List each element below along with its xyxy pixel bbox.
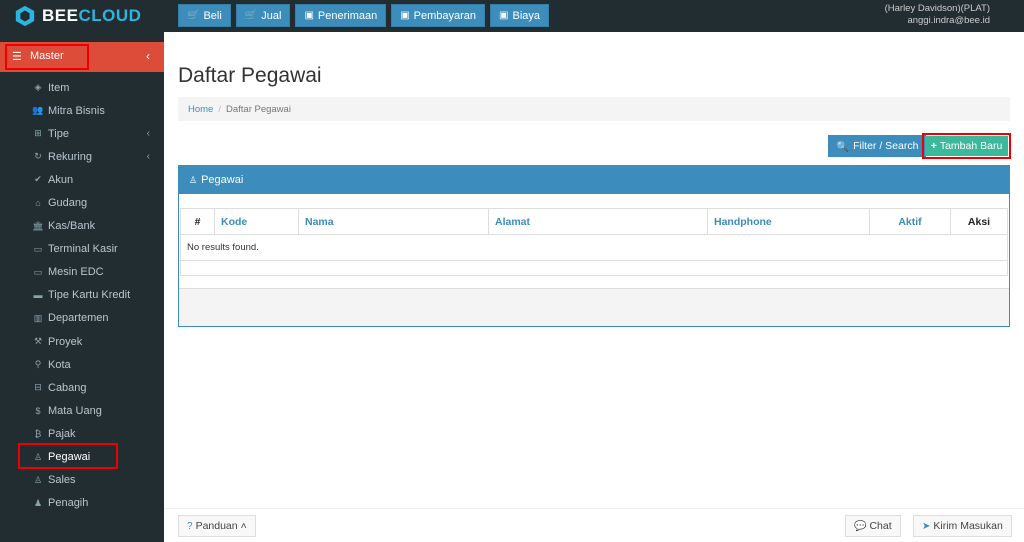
check-icon: ✔ (34, 174, 42, 185)
bank-icon: 🏛 (32, 220, 44, 231)
column-header-kode[interactable]: Kode (214, 208, 299, 235)
table-row: No results found. (180, 234, 1008, 261)
sidebar-item-mitra-bisnis[interactable]: 👥 Mitra Bisnis (0, 99, 164, 122)
add-new-button-highlight: + Tambah Baru (922, 133, 1011, 159)
chevron-up-icon: ˄ (240, 520, 247, 532)
breadcrumb-current: Daftar Pegawai (225, 103, 291, 115)
user-icon: ♟ (33, 497, 43, 508)
sidebar-item-terminal-kasir[interactable]: ▭ Terminal Kasir (0, 238, 164, 261)
pegawai-panel: ♙ Pegawai # Kode Nama Alamat Handphone A… (178, 165, 1010, 327)
sidebar-item-akun[interactable]: ✔ Akun (0, 168, 164, 191)
branch-icon: ⊟ (34, 382, 42, 393)
dollar-icon: $ (35, 405, 41, 416)
paper-plane-icon: ➤ (922, 520, 931, 532)
main-content: Daftar Pegawai Home / Daftar Pegawai 🔍 F… (164, 32, 1024, 542)
sidebar-item-penagih[interactable]: ♟ Penagih (0, 492, 164, 515)
panel-title: Pegawai (201, 174, 244, 186)
sidebar-item-departemen[interactable]: ▥ Departemen (0, 307, 164, 330)
nav-pembayaran-button[interactable]: ▣ Pembayaran (391, 4, 486, 27)
panduan-button[interactable]: ? Panduan ˄ (178, 515, 256, 537)
brand-logo[interactable]: BEECLOUD (0, 0, 164, 32)
nav-beli-button[interactable]: 🛒 Beli (178, 4, 231, 27)
column-header-number: # (180, 208, 215, 235)
chevron-left-icon: ‹ (146, 49, 150, 63)
users-icon: 👥 (32, 105, 44, 116)
top-bar: BEECLOUD 🛒 Beli 🛒 Jual ▣ Penerimaan ▣ Pembay… (0, 0, 1024, 32)
sidebar-item-label: Master (30, 50, 64, 62)
gavel-icon: ⚒ (33, 336, 43, 347)
cube-icon: ◈ (34, 82, 42, 93)
plus-icon: + (930, 140, 937, 152)
sidebar-item-rekuring[interactable]: ↻ Rekuring ‹ (0, 145, 164, 168)
brand-name: BEECLOUD (42, 6, 142, 25)
column-header-nama[interactable]: Nama (298, 208, 489, 235)
money-icon: ▣ (400, 10, 410, 21)
panel-header: ♙ Pegawai (179, 166, 1009, 194)
user-email: anggi.indra@bee.id (907, 15, 990, 26)
breadcrumb-home-link[interactable]: Home (188, 104, 213, 115)
sidebar-item-tipe-kartu-kredit[interactable]: ▬ Tipe Kartu Kredit (0, 284, 164, 307)
top-nav: 🛒 Beli 🛒 Jual ▣ Penerimaan ▣ Pembayaran ▣ Bia… (178, 4, 550, 27)
money-icon: ▣ (499, 10, 509, 21)
add-new-button[interactable]: + Tambah Baru (925, 136, 1008, 156)
nav-penerimaan-button[interactable]: ▣ Penerimaan (295, 4, 387, 27)
footer-bar: ? Panduan ˄ 💬 Chat ➤ Kirim Masukan (164, 508, 1024, 542)
sidebar-item-item[interactable]: ◈ Item (0, 76, 164, 99)
column-header-aksi: Aksi (950, 208, 1008, 235)
breadcrumb: Home / Daftar Pegawai (178, 97, 1010, 121)
highlight-box (18, 443, 118, 469)
building-icon: ▥ (33, 312, 43, 323)
sidebar: ☰ Master ‹ ◈ Item 👥 Mitra Bisnis ⊞ Tipe ‹ ↻ R… (0, 32, 164, 542)
sidebar-item-mesin-edc[interactable]: ▭ Mesin EDC (0, 261, 164, 284)
credit-card-icon: ▬ (33, 290, 43, 301)
sidebar-item-master[interactable]: ☰ Master ‹ (0, 42, 164, 72)
user-menu[interactable]: (Harley Davidson)(PLAT) anggi.indra@bee.… (885, 3, 990, 27)
cart-icon: 🛒 (187, 10, 200, 21)
person-icon: ♙ (189, 174, 198, 185)
filter-search-button[interactable]: 🔍 Filter / Search (828, 135, 927, 157)
chevron-left-icon: ‹ (146, 128, 150, 140)
money-icon: ▣ (304, 10, 314, 21)
pegawai-table: # Kode Nama Alamat Handphone Aktif Aksi … (180, 208, 1008, 276)
question-icon: ? (187, 520, 193, 532)
chevron-left-icon: ‹ (146, 151, 150, 163)
table-row (180, 260, 1008, 276)
bitcoin-icon: ₿ (34, 428, 42, 439)
table-header-row: # Kode Nama Alamat Handphone Aktif Aksi (180, 208, 1008, 235)
sitemap-icon: ⊞ (34, 128, 42, 139)
sidebar-item-cabang[interactable]: ⊟ Cabang (0, 376, 164, 399)
hexagon-logo-icon (15, 5, 35, 27)
nav-jual-button[interactable]: 🛒 Jual (235, 4, 291, 27)
nav-biaya-button[interactable]: ▣ Biaya (490, 4, 550, 27)
monitor-icon: ▭ (33, 266, 43, 277)
sidebar-item-sales[interactable]: ♙ Sales (0, 469, 164, 492)
database-icon: ☰ (12, 51, 22, 63)
person-icon: ♙ (33, 474, 43, 485)
breadcrumb-separator: / (218, 103, 221, 115)
cart-icon: 🛒 (244, 10, 258, 21)
empty-message: No results found. (180, 234, 1008, 261)
sidebar-item-kota[interactable]: ⚲ Kota (0, 353, 164, 376)
home-icon: ⌂ (35, 198, 41, 209)
search-icon: 🔍 (836, 140, 850, 153)
page-title: Daftar Pegawai (178, 64, 322, 87)
column-header-aktif[interactable]: Aktif (869, 208, 951, 235)
panel-footer (179, 288, 1009, 326)
column-header-handphone[interactable]: Handphone (707, 208, 870, 235)
map-pin-icon: ⚲ (34, 359, 42, 370)
sidebar-item-tipe[interactable]: ⊞ Tipe ‹ (0, 122, 164, 145)
user-company: (Harley Davidson)(PLAT) (884, 3, 990, 14)
sidebar-item-mata-uang[interactable]: $ Mata Uang (0, 399, 164, 422)
send-feedback-button[interactable]: ➤ Kirim Masukan (913, 515, 1012, 537)
sidebar-item-kas-bank[interactable]: 🏛 Kas/Bank (0, 215, 164, 238)
refresh-icon: ↻ (34, 151, 42, 162)
column-header-alamat[interactable]: Alamat (488, 208, 708, 235)
sidebar-item-proyek[interactable]: ⚒ Proyek (0, 330, 164, 353)
chat-icon: 💬 (854, 520, 867, 532)
sidebar-item-gudang[interactable]: ⌂ Gudang (0, 191, 164, 214)
chat-button[interactable]: 💬 Chat (845, 515, 901, 537)
desktop-icon: ▭ (33, 243, 43, 254)
